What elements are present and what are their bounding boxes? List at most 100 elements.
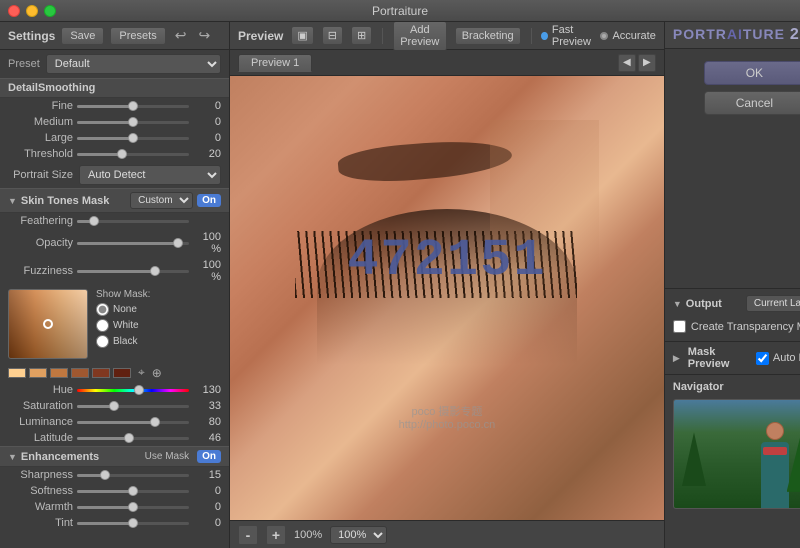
create-transparency-checkbox[interactable] [673,320,686,333]
black-radio-input[interactable] [96,335,109,348]
zoom-select[interactable]: 100% 50% 200% Fit [330,526,387,544]
large-value: 0 [193,132,221,144]
latitude-track[interactable] [77,437,189,440]
preset-select[interactable]: Default [46,54,221,74]
softness-slider-row: Softness 0 [0,483,229,499]
feathering-label: Feathering [8,215,73,227]
none-radio[interactable]: None [96,303,150,316]
white-radio-input[interactable] [96,319,109,332]
undo-button[interactable]: ↩ [172,26,190,45]
luminance-track[interactable] [77,421,189,424]
zoom-minus-button[interactable]: - [238,525,258,545]
dual-view-button[interactable]: ⊞ [351,26,372,45]
saturation-slider-row: Saturation 33 [0,398,229,414]
next-nav-button[interactable]: ▶ [638,54,656,72]
threshold-track[interactable] [77,153,189,156]
large-slider-row: Large 0 [0,130,229,146]
minimize-button[interactable] [26,5,38,17]
save-button[interactable]: Save [61,27,104,45]
black-radio[interactable]: Black [96,335,150,348]
fast-preview-radio[interactable]: Fast Preview [541,24,592,48]
navigator-label: Navigator [673,381,800,393]
mask-preview-collapse-icon[interactable]: ▶ [673,353,680,364]
watermark: poco 摄影专题 http://photo.poco.cn [399,403,496,431]
redo-button[interactable]: ↪ [195,26,213,45]
middle-panel: Preview ▣ ⊟ ⊞ Add Preview Bracketing Fas… [230,22,664,548]
threshold-label: Threshold [8,148,73,160]
auto-expand-checkbox[interactable] [756,352,769,365]
fine-track[interactable] [77,105,189,108]
zoom-plus-button[interactable]: + [266,525,286,545]
right-panel: PORTRAITURE 2 About Help OK Cancel ▼ Out… [664,22,800,548]
navigator-thumbnail[interactable] [673,399,800,509]
skin-tones-custom-select[interactable]: Custom [130,192,193,209]
eyedropper-icon[interactable]: ⌖ [138,365,145,380]
luminance-label: Luminance [8,416,73,428]
enhancements-collapse-icon[interactable]: ▼ [8,452,17,462]
swatch-2[interactable] [29,368,47,378]
cancel-button[interactable]: Cancel [704,91,800,115]
watermark-line1: poco 摄影专题 [399,403,496,419]
fuzziness-track[interactable] [77,270,189,273]
skin-tones-collapse-icon[interactable]: ▼ [8,196,17,206]
accurate-dot [600,32,608,40]
swatch-4[interactable] [71,368,89,378]
fine-value: 0 [193,100,221,112]
right-spacer [665,127,800,288]
accurate-radio[interactable]: Accurate [600,30,655,42]
white-radio[interactable]: White [96,319,150,332]
medium-track[interactable] [77,121,189,124]
opacity-track[interactable] [77,242,189,245]
large-track[interactable] [77,137,189,140]
warmth-slider-row: Warmth 0 [0,499,229,515]
portrait-size-select[interactable]: Auto Detect [79,165,221,185]
saturation-track[interactable] [77,405,189,408]
output-collapse-icon[interactable]: ▼ [673,299,682,309]
main-layout: Settings Save Presets ↩ ↪ Preset Default… [0,22,800,548]
close-button[interactable] [8,5,20,17]
sharpness-track[interactable] [77,474,189,477]
output-label: Output [686,298,742,310]
none-radio-input[interactable] [96,303,109,316]
presets-button[interactable]: Presets [110,27,165,45]
feathering-slider-row: Feathering [0,213,229,229]
output-layer-select[interactable]: Current Layer [746,295,800,312]
portraiture-logo: PORTRAITURE 2 [673,26,800,44]
sharpness-slider-row: Sharpness 15 [0,467,229,483]
softness-track[interactable] [77,490,189,493]
split-view-button[interactable]: ⊟ [322,26,343,45]
fuzziness-value: 100 % [193,259,221,283]
single-view-button[interactable]: ▣ [291,26,313,45]
preview-canvas[interactable]: 472151 poco 摄影专题 http://photo.poco.cn [230,76,664,520]
skin-tones-on-badge[interactable]: On [197,194,221,207]
prev-nav-button[interactable]: ◀ [618,54,636,72]
mask-preview-section: ▶ Mask Preview Auto Expand [665,341,800,374]
fuzziness-label: Fuzziness [8,265,73,277]
preview-tab-1[interactable]: Preview 1 [238,54,312,72]
settings-label: Settings [8,29,55,43]
large-label: Large [8,132,73,144]
swatch-1[interactable] [8,368,26,378]
latitude-slider-row: Latitude 46 [0,430,229,446]
detail-smoothing-header: DetailSmoothing [0,78,229,98]
tint-label: Tint [8,517,73,529]
sharpness-label: Sharpness [8,469,73,481]
maximize-button[interactable] [44,5,56,17]
enhancements-on-badge[interactable]: On [197,450,221,463]
warmth-track[interactable] [77,506,189,509]
add-preview-button[interactable]: Add Preview [393,21,447,51]
toolbar-separator [382,28,383,44]
plus-eyedropper-icon[interactable]: ⊕ [152,366,162,380]
skin-tones-mask-label: Skin Tones Mask [21,195,126,207]
swatch-3[interactable] [50,368,68,378]
ok-button[interactable]: OK [704,61,800,85]
swatch-6[interactable] [113,368,131,378]
tint-track[interactable] [77,522,189,525]
medium-value: 0 [193,116,221,128]
hue-track[interactable] [77,389,189,392]
navigator-section: Navigator [665,374,800,548]
feathering-track[interactable] [77,220,189,223]
color-gradient[interactable] [8,289,88,359]
bracketing-button[interactable]: Bracketing [455,27,521,45]
swatch-5[interactable] [92,368,110,378]
